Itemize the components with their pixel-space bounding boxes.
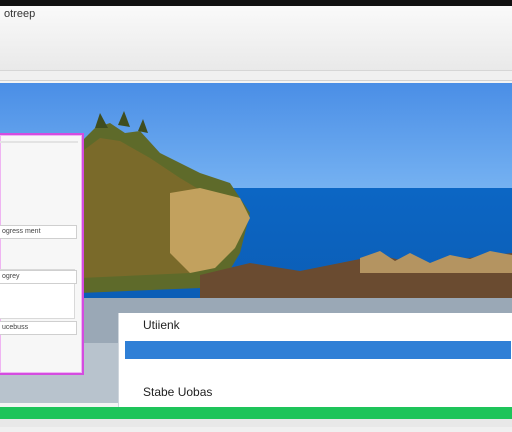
panel-row-business[interactable]: ucebuss [0,321,77,335]
window-title: otreep [4,8,36,20]
app-window: otreep ogress ment ogrey ucebuss Utiienk… [0,6,512,432]
progress-bar-fill [0,407,512,419]
panel-row-status-label: ogress ment [2,228,41,235]
content-frame: ogress ment ogrey ucebuss Utiienk Stabe … [0,80,512,427]
panel-header-line [0,141,78,143]
panel-row-business-label: ucebuss [2,324,29,331]
panel-row-category-label: ogrey [2,273,20,280]
title-bar: otreep [0,6,512,71]
card-subtitle: Stabe Uobas [143,385,213,399]
panel-row-category[interactable]: ogrey [0,270,77,284]
side-panel: ogress ment ogrey ucebuss [0,133,84,375]
panel-box: ogrey [0,269,77,319]
bottom-strip [0,419,512,427]
details-card: Utiienk Stabe Uobas [118,313,512,407]
selected-field-bar[interactable] [125,341,511,359]
panel-row-status[interactable]: ogress ment [0,225,77,239]
card-label: Utiienk [143,318,180,332]
